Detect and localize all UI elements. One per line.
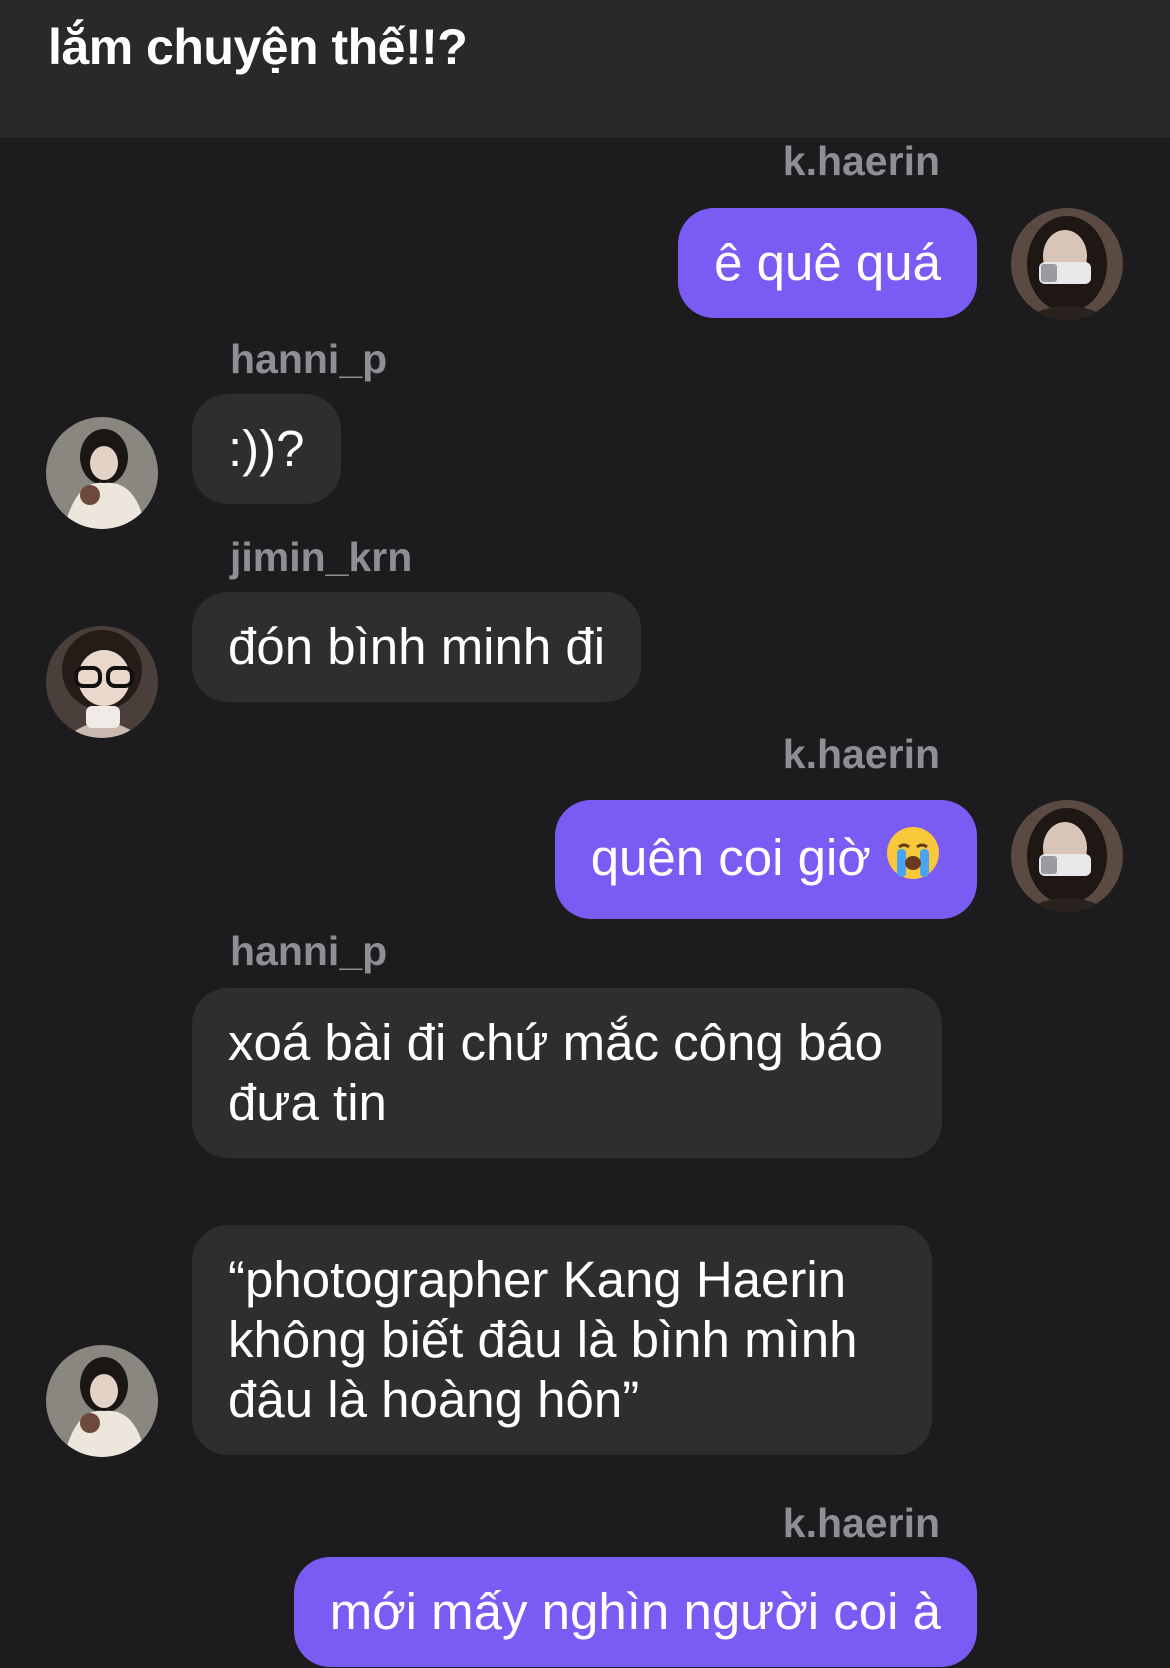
message-username: hanni_p [230,928,388,974]
chat-title: lắm chuyện thế!!? [48,19,468,75]
crying-face-emoji-icon [885,825,941,894]
message-bubble-outgoing[interactable]: quên coi giờ [554,800,977,919]
avatar[interactable] [1011,800,1123,912]
message-text: quên coi giờ [590,829,871,886]
message-bubble-incoming[interactable]: :))? [192,394,341,504]
message-bubble-outgoing[interactable]: mới mấy nghìn người coi à [293,1557,977,1667]
message-bubble-incoming[interactable]: xoá bài đi chứ mắc công báo đưa tin [192,988,942,1158]
chat-header: lắm chuyện thế!!? [0,0,1170,138]
avatar[interactable] [1011,208,1123,320]
message-username: k.haerin [782,1500,940,1546]
message-username: jimin_krn [230,534,413,580]
message-username: k.haerin [782,138,940,184]
avatar[interactable] [46,1345,158,1457]
avatar[interactable] [46,626,158,738]
message-bubble-incoming[interactable]: “photographer Kang Haerin không biết đâu… [192,1225,932,1455]
avatar[interactable] [46,417,158,529]
message-bubble-incoming[interactable]: đón bình minh đi [192,592,642,702]
message-username: hanni_p [230,336,388,382]
message-username: k.haerin [782,731,940,777]
message-list[interactable]: k.haerin ê quê quá hanni_p :))? jimin_kr… [0,138,1170,1668]
message-bubble-outgoing[interactable]: ê quê quá [678,208,977,318]
